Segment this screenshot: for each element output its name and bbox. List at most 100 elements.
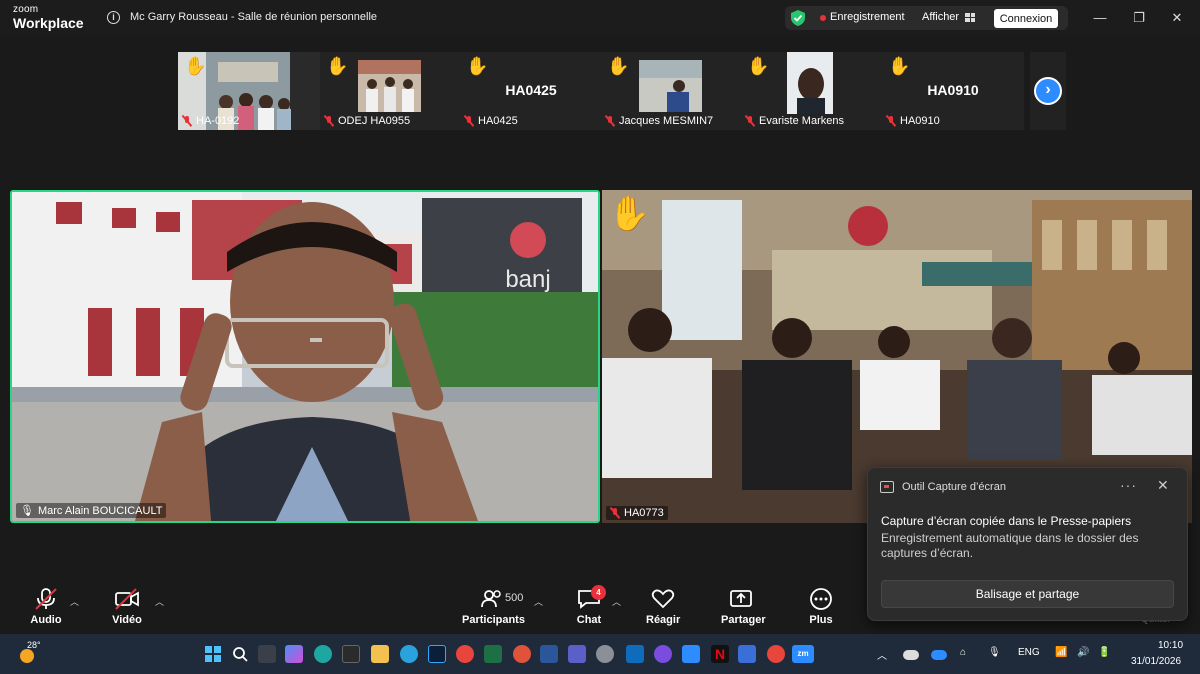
participants-icon [479,588,505,610]
close-icon[interactable]: ✕ [1168,9,1186,27]
video-button[interactable]: Vidéo [110,588,144,626]
teams-icon[interactable] [568,645,586,663]
react-label: Réagir [646,614,681,626]
volume-icon[interactable]: 🔊 [1077,647,1089,658]
chrome-icon[interactable] [456,645,474,663]
meeting-title: Mc Garry Rousseau - Salle de réunion per… [130,11,378,23]
grid-view-icon[interactable] [965,13,975,22]
app-icon[interactable] [342,645,360,663]
markup-share-button[interactable]: Balisage et partage [881,580,1174,608]
participant-name-text: ODEJ HA0955 [338,115,411,127]
outlook-icon[interactable] [626,645,644,663]
audio-label: Audio [30,614,62,626]
search-icon[interactable] [231,645,249,663]
cloud-icon[interactable] [903,650,919,660]
netflix-icon[interactable]: N [711,645,729,663]
chrome-icon[interactable] [767,645,785,663]
active-speaker-tile[interactable]: banj 🎙 Marc Alain BOUCICAULT [10,190,600,523]
raised-hand-icon: ✋ [888,56,911,76]
powerpoint-icon[interactable] [513,645,531,663]
copilot-icon[interactable] [285,645,303,663]
file-explorer-icon[interactable] [371,645,389,663]
muted-mic-icon [886,115,896,127]
start-icon[interactable] [204,645,222,663]
participant-name-label: HA0773 [606,506,668,520]
audio-button[interactable]: Audio [29,588,63,626]
share-button[interactable]: Partager [721,588,766,626]
title-bar: zoom Workplace i Mc Garry Rousseau - Sal… [0,0,1200,36]
more-label: Plus [809,614,833,626]
app-icon[interactable] [738,645,756,663]
participant-thumbnail[interactable]: ✋ Jacques MESMIN7 [601,52,743,130]
participant-thumbnail[interactable]: ✋ ODEJ HA0955 [320,52,462,130]
excel-icon[interactable] [484,645,502,663]
info-icon[interactable]: i [107,11,120,24]
screenshot-toast: Outil Capture d’écran ··· ✕ Capture d’éc… [867,467,1188,621]
snipping-tool-icon [880,481,894,493]
next-page-icon[interactable]: › [1034,77,1062,105]
telegram-icon[interactable] [400,645,418,663]
speaker-video: banj [12,192,598,521]
app-tray-icon[interactable]: ⌂ [960,647,966,658]
react-button[interactable]: Réagir [646,588,680,626]
raised-hand-icon: ✋ [747,56,770,76]
media-icon[interactable] [654,645,672,663]
participants-options-chevron-icon[interactable]: ︿ [534,595,543,608]
toast-more-icon[interactable]: ··· [1120,477,1137,493]
settings-icon[interactable] [596,645,614,663]
view-button[interactable]: Afficher [922,11,959,23]
participant-name: HA0910 [886,115,940,127]
toast-app-name: Outil Capture d’écran [902,481,1006,493]
clock-time[interactable]: 10:10 [1158,640,1183,651]
video-options-chevron-icon[interactable]: ︿ [155,595,164,608]
muted-mic-icon [324,115,334,127]
todo-icon[interactable] [682,645,700,663]
share-screen-icon [728,588,754,610]
recording-label[interactable]: Enregistrement [830,11,905,23]
photoshop-icon[interactable] [428,645,446,663]
word-icon[interactable] [540,645,558,663]
microphone-icon[interactable]: 🎙 [988,647,1001,658]
participant-thumbnail[interactable]: ✋ Evariste Markens [741,52,883,130]
participant-thumbnail[interactable]: ✋ HA-0192 [178,52,320,130]
audio-options-chevron-icon[interactable]: ︿ [70,595,79,608]
muted-mic-icon [182,115,192,127]
raised-hand-icon: ✋ [607,56,630,76]
chevron-up-icon[interactable]: ︿ [877,647,887,662]
restore-icon[interactable]: ❐ [1130,9,1148,27]
participant-name: HA-0192 [182,115,239,127]
minimize-icon[interactable]: — [1091,9,1109,27]
video-off-icon [114,588,140,610]
logo-line1: zoom [13,4,39,15]
edge-icon[interactable] [314,645,332,663]
speaker-name-label: 🎙 Marc Alain BOUCICAULT [16,503,167,518]
participant-thumbnail[interactable]: ✋ HA0425 HA0425 [460,52,602,130]
participant-thumbnail[interactable]: ✋ HA0910 HA0910 [882,52,1024,130]
participant-name-text: HA0425 [478,115,518,127]
chat-unread-badge: 4 [591,585,606,600]
onedrive-icon[interactable] [931,650,947,660]
wifi-icon[interactable]: 📶 [1055,647,1067,658]
toast-body: Enregistrement automatique dans le dossi… [881,531,1139,560]
more-button[interactable]: Plus [806,588,836,626]
participant-name: ODEJ HA0955 [324,115,410,127]
participant-name: Evariste Markens [745,115,844,127]
raised-hand-icon: ✋ [184,56,207,76]
task-view-icon[interactable] [258,645,276,663]
toast-close-icon[interactable]: ✕ [1157,477,1169,494]
more-icon [808,588,834,610]
participant-display-name: HA0910 [927,82,979,98]
language-indicator[interactable]: ENG [1018,647,1040,658]
muted-mic-icon [610,507,620,519]
zoom-app-icon[interactable]: zm [792,645,814,663]
chat-options-chevron-icon[interactable]: ︿ [612,595,621,608]
clock-date[interactable]: 31/01/2026 [1131,656,1181,667]
participant-name: Jacques MESMIN7 [605,115,713,127]
svg-text:banj: banj [505,266,550,293]
zoom-logo: zoom Workplace [13,4,84,31]
raised-hand-icon: ✋ [608,195,651,233]
connect-button[interactable]: Connexion [994,9,1058,28]
shield-icon[interactable] [791,10,805,26]
battery-icon[interactable]: 🔋 [1098,647,1110,658]
participant-name-text: Jacques MESMIN7 [619,115,714,127]
